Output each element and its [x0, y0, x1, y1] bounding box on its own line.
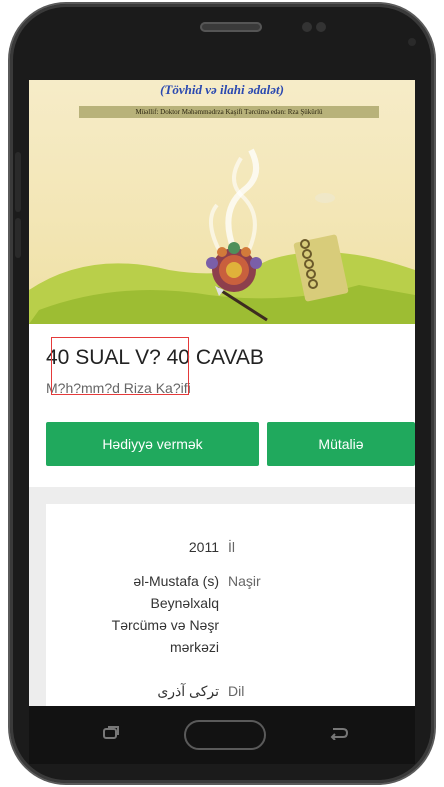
home-button[interactable]	[184, 720, 266, 750]
cover-illustration	[29, 148, 415, 324]
recent-apps-icon[interactable]	[329, 726, 349, 740]
back-icon[interactable]	[103, 726, 121, 740]
volume-button	[15, 152, 21, 212]
detail-label: Dil	[228, 683, 245, 699]
front-camera-icon	[302, 22, 312, 32]
highlight-annotation	[51, 337, 189, 395]
proximity-sensor	[408, 38, 416, 46]
detail-value: 2011	[188, 539, 219, 555]
sensor-icon	[316, 22, 326, 32]
detail-value-line: əl-Mustafa (s)	[133, 573, 219, 589]
detail-value-line: mərkəzi	[169, 639, 219, 655]
book-cover-image: (Tövhid və ilahi ədalət) Müəllif: Doktor…	[29, 80, 415, 324]
detail-value-line: Beynəlxalq	[150, 595, 220, 611]
book-details-card: 2011 İl əl-Mustafa (s) Beynəlxalq Tərcüm…	[46, 504, 415, 706]
cover-credits: Müəllif: Doktor Məhəmmədrza Kaşifi Tərcü…	[79, 106, 379, 118]
detail-value-line: Tərcümə və Nəşr	[111, 617, 219, 633]
gift-button[interactable]: Hədiyyə vermək	[46, 422, 259, 466]
detail-value: ترکی آذری	[157, 683, 219, 699]
detail-label: İl	[228, 539, 235, 555]
read-button[interactable]: Mütaliə	[267, 422, 415, 466]
cover-subtitle: (Tövhid və ilahi ədalət)	[160, 82, 284, 97]
android-nav-bar	[29, 706, 415, 764]
gift-button-label: Hədiyyə vermək	[102, 436, 203, 452]
detail-label: Naşir	[228, 573, 261, 589]
power-button	[15, 218, 21, 258]
earpiece-speaker	[200, 22, 262, 32]
read-button-label: Mütaliə	[318, 436, 364, 452]
